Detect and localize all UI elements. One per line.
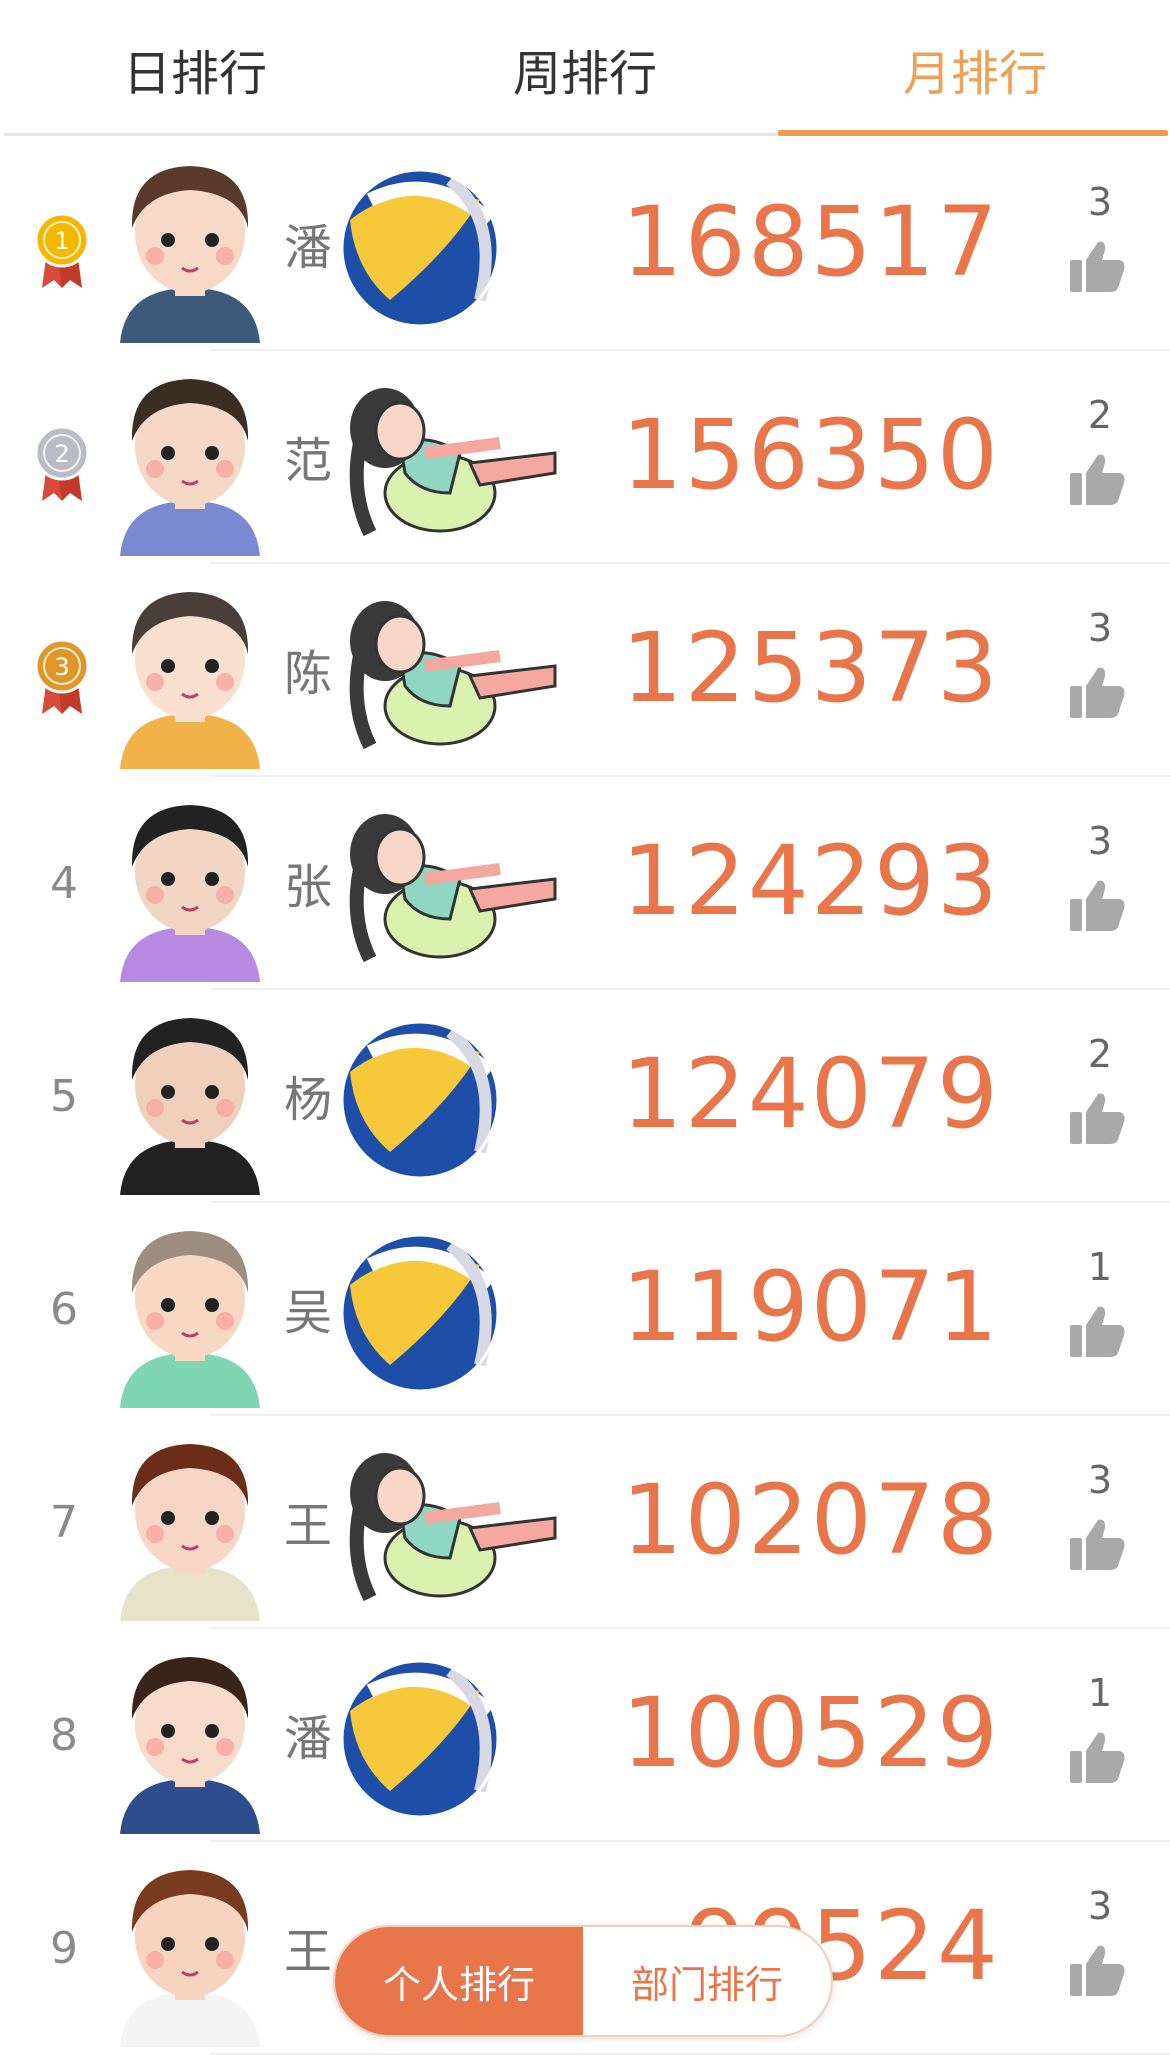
- user-avatar: [120, 379, 260, 556]
- step-count: 124293: [621, 825, 1000, 937]
- user-name: 王: [284, 1924, 333, 1980]
- ranking-type-switch: 个人排行 部门排行: [333, 1925, 833, 2037]
- step-count: 102078: [621, 1464, 1000, 1576]
- like-thumb-icon[interactable]: [1068, 1303, 1128, 1359]
- volleyball-sticker: [340, 168, 500, 328]
- rank-number: 5: [50, 1070, 78, 1122]
- user-name: 潘: [284, 220, 333, 276]
- bronze-medal-icon: 3: [34, 638, 90, 714]
- situp-girl-sticker: [349, 1453, 557, 1602]
- ranking-row[interactable]: 5 杨 124079 2: [0, 990, 1170, 1203]
- step-count: 125373: [621, 612, 1000, 724]
- like-thumb-icon[interactable]: [1068, 1942, 1128, 1998]
- like-thumb-icon[interactable]: [1068, 1516, 1128, 1572]
- active-tab-indicator: [778, 130, 1168, 136]
- user-name: 王: [284, 1498, 333, 1554]
- like-count: 3: [1087, 1884, 1113, 1928]
- user-name: 陈: [284, 646, 333, 702]
- like-count: 3: [1087, 1458, 1113, 1502]
- like-thumb-icon[interactable]: [1068, 1729, 1128, 1785]
- step-count: 124079: [621, 1038, 1000, 1150]
- ranking-row[interactable]: 1 潘 168517 3: [0, 138, 1170, 351]
- like-count: 2: [1087, 1032, 1113, 1076]
- situp-girl-sticker: [349, 814, 557, 963]
- step-count: 156350: [621, 399, 1000, 511]
- like-thumb-icon[interactable]: [1068, 238, 1128, 294]
- ranking-tabs: 日排行 周排行 月排行: [0, 0, 1170, 137]
- svg-text:1: 1: [54, 227, 69, 255]
- like-thumb-icon[interactable]: [1068, 1090, 1128, 1146]
- user-avatar: [120, 805, 260, 982]
- user-name: 潘: [284, 1711, 333, 1767]
- ranking-row[interactable]: 2 范 156350 2: [0, 351, 1170, 564]
- like-thumb-icon[interactable]: [1068, 664, 1128, 720]
- user-name: 杨: [284, 1072, 333, 1128]
- user-avatar: [120, 1444, 260, 1621]
- situp-girl-sticker: [349, 601, 557, 750]
- ranking-row[interactable]: 7 王 102078 3: [0, 1416, 1170, 1629]
- tab-monthly[interactable]: 月排行: [780, 0, 1170, 137]
- ranking-row[interactable]: 6 吴 119071 1: [0, 1203, 1170, 1416]
- like-thumb-icon[interactable]: [1068, 877, 1128, 933]
- personal-ranking-button[interactable]: 个人排行: [335, 1927, 583, 2035]
- rank-number: 6: [50, 1283, 78, 1335]
- gold-medal-icon: 1: [34, 212, 90, 288]
- user-name: 范: [284, 433, 333, 489]
- volleyball-sticker: [340, 1020, 500, 1180]
- user-avatar: [120, 592, 260, 769]
- user-avatar: [120, 166, 260, 343]
- rank-number: 7: [50, 1496, 78, 1548]
- volleyball-sticker: [340, 1659, 500, 1819]
- like-count: 3: [1087, 819, 1113, 863]
- ranking-row[interactable]: 3 陈 125373 3: [0, 564, 1170, 777]
- like-count: 3: [1087, 606, 1113, 650]
- rank-number: 8: [50, 1709, 78, 1761]
- user-avatar: [120, 1231, 260, 1408]
- department-ranking-button[interactable]: 部门排行: [583, 1927, 831, 2035]
- rank-number: 4: [50, 857, 78, 909]
- svg-text:2: 2: [54, 440, 69, 468]
- like-count: 3: [1087, 180, 1113, 224]
- svg-text:3: 3: [54, 653, 69, 681]
- user-avatar: [120, 1657, 260, 1834]
- volleyball-sticker: [340, 1233, 500, 1393]
- user-name: 吴: [284, 1285, 333, 1341]
- user-name: 张: [284, 859, 333, 915]
- step-count: 100529: [621, 1677, 1000, 1789]
- ranking-row[interactable]: 8 潘 100529 1: [0, 1629, 1170, 1842]
- ranking-row[interactable]: 4 张 124293 3: [0, 777, 1170, 990]
- situp-girl-sticker: [349, 388, 557, 537]
- user-avatar: [120, 1870, 260, 2047]
- silver-medal-icon: 2: [34, 425, 90, 501]
- like-count: 1: [1087, 1245, 1113, 1289]
- tab-weekly[interactable]: 周排行: [390, 0, 780, 137]
- step-count: 168517: [621, 186, 1000, 298]
- tab-daily[interactable]: 日排行: [0, 0, 390, 137]
- like-count: 1: [1087, 1671, 1113, 1715]
- step-count: 119071: [621, 1251, 1000, 1363]
- rank-number: 9: [50, 1922, 78, 1974]
- like-count: 2: [1087, 393, 1113, 437]
- user-avatar: [120, 1018, 260, 1195]
- like-thumb-icon[interactable]: [1068, 451, 1128, 507]
